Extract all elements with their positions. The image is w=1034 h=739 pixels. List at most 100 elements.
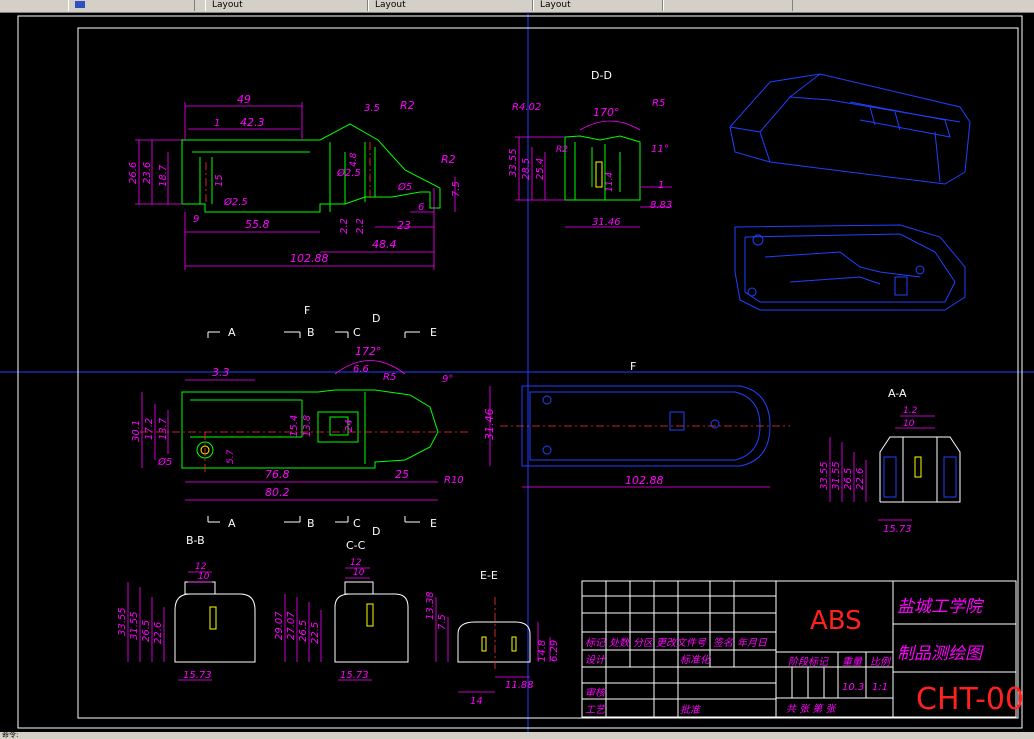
plan-view[interactable]: A B C D E A B C D E F 3.3 172° 6.6 R5 9°… <box>131 304 470 538</box>
svg-text:A: A <box>228 517 236 530</box>
svg-text:15.73: 15.73 <box>883 524 912 535</box>
svg-text:标准化: 标准化 <box>680 654 712 666</box>
svg-text:8.83: 8.83 <box>650 200 672 211</box>
svg-text:29.07: 29.07 <box>274 611 285 640</box>
svg-text:31.46: 31.46 <box>592 217 621 228</box>
svg-text:18.7: 18.7 <box>158 164 169 187</box>
svg-text:15.4: 15.4 <box>289 415 300 437</box>
svg-text:4.8: 4.8 <box>349 152 359 167</box>
svg-text:设计: 设计 <box>585 654 606 666</box>
drawing-code: CHT-00 <box>916 682 1024 717</box>
tab-layout-4[interactable] <box>663 0 793 11</box>
svg-text:2.2: 2.2 <box>339 218 350 234</box>
svg-text:标记: 标记 <box>585 637 606 649</box>
svg-text:31.55: 31.55 <box>129 611 140 640</box>
svg-text:年月日: 年月日 <box>737 637 768 649</box>
svg-text:更改文件号: 更改文件号 <box>656 637 707 649</box>
svg-text:B: B <box>307 517 315 530</box>
svg-text:1:1: 1:1 <box>872 682 888 693</box>
svg-text:9: 9 <box>193 214 199 225</box>
svg-text:Ø2.5: Ø2.5 <box>336 167 361 179</box>
svg-text:分区: 分区 <box>633 637 655 649</box>
svg-text:15: 15 <box>214 174 225 187</box>
svg-text:76.8: 76.8 <box>265 468 290 481</box>
svg-text:30.1: 30.1 <box>131 420 142 442</box>
drawing-name: 制品测绘图 <box>897 644 984 664</box>
svg-text:15.73: 15.73 <box>183 670 212 681</box>
section-cc-view[interactable]: C-C 12 10 29.07 27.07 26.5 22.5 15.73 <box>274 539 409 681</box>
svg-text:33.55: 33.55 <box>508 148 519 177</box>
svg-text:R5: R5 <box>383 372 396 383</box>
section-dd-view[interactable]: D-D R4.02 170° R5 R2 33.55 28.5 25.4 11°… <box>508 69 672 228</box>
svg-text:1.2: 1.2 <box>903 406 918 416</box>
svg-text:13.7: 13.7 <box>158 417 169 440</box>
svg-text:55.8: 55.8 <box>245 218 270 231</box>
svg-text:重量: 重量 <box>842 656 863 668</box>
svg-text:A: A <box>228 326 236 339</box>
svg-text:14: 14 <box>470 696 483 707</box>
isometric-view-bottom[interactable] <box>734 224 966 311</box>
svg-text:E-E: E-E <box>480 569 498 582</box>
svg-text:D: D <box>372 312 380 325</box>
svg-text:R2: R2 <box>556 145 568 155</box>
svg-text:22.5: 22.5 <box>310 622 321 644</box>
svg-text:7.5: 7.5 <box>437 614 448 630</box>
svg-text:13.8: 13.8 <box>302 415 313 437</box>
title-block[interactable]: 标记 处数 分区 更改文件号 签名 年月日 设计 标准化 审核 工艺 批准 阶段… <box>581 580 1024 718</box>
svg-text:E: E <box>430 326 437 339</box>
section-bb-view[interactable]: B-B 12 10 33.55 31.55 26.5 22.6 15.73 <box>117 534 256 681</box>
svg-text:17.2: 17.2 <box>144 418 155 440</box>
svg-text:R2: R2 <box>441 153 456 166</box>
svg-text:D-D: D-D <box>591 69 612 82</box>
front-view[interactable]: 49 42.3 1 3.5 R2 R2 26.6 23.6 18.7 15 Ø2… <box>128 93 462 270</box>
svg-text:批准: 批准 <box>680 704 701 716</box>
svg-text:27.07: 27.07 <box>286 611 297 640</box>
svg-text:6.29: 6.29 <box>549 640 560 662</box>
svg-text:A-A: A-A <box>888 387 907 400</box>
svg-text:Ø5: Ø5 <box>397 181 412 193</box>
svg-text:24: 24 <box>344 419 355 432</box>
section-aa-view[interactable]: A-A 1.2 10 33.55 31.55 26.5 22.6 15.73 <box>819 387 961 535</box>
svg-text:31.55: 31.55 <box>831 461 842 490</box>
svg-text:Ø2.5: Ø2.5 <box>223 196 248 208</box>
command-line[interactable]: 命令: <box>0 732 1034 739</box>
svg-text:R10: R10 <box>444 475 464 486</box>
svg-text:R4.02: R4.02 <box>512 102 541 113</box>
tab-layout-3[interactable]: Layout <box>533 0 663 11</box>
svg-text:13.38: 13.38 <box>425 591 436 620</box>
cad-drawing-canvas[interactable]: 49 42.3 1 3.5 R2 R2 26.6 23.6 18.7 15 Ø2… <box>0 12 1034 732</box>
tab-layout-2[interactable]: Layout <box>368 0 533 11</box>
svg-text:26.5: 26.5 <box>141 620 152 642</box>
svg-text:B-B: B-B <box>186 534 205 547</box>
svg-text:49: 49 <box>237 93 251 106</box>
svg-text:10: 10 <box>353 568 365 578</box>
svg-text:共 张 第 张: 共 张 第 张 <box>786 703 838 715</box>
svg-text:31.46: 31.46 <box>483 409 496 441</box>
svg-text:3.5: 3.5 <box>364 103 380 114</box>
svg-text:102.88: 102.88 <box>290 252 329 265</box>
svg-text:33.55: 33.55 <box>117 607 128 636</box>
svg-text:C-C: C-C <box>346 539 366 552</box>
svg-text:23: 23 <box>397 219 411 232</box>
svg-text:80.2: 80.2 <box>265 486 290 499</box>
view-f[interactable]: F 31.46 102.88 <box>483 360 790 488</box>
svg-text:11.4: 11.4 <box>605 172 615 192</box>
isometric-view-top[interactable] <box>729 73 971 185</box>
svg-text:审核: 审核 <box>585 687 607 699</box>
svg-text:14.8: 14.8 <box>537 640 548 662</box>
svg-text:比例: 比例 <box>870 656 892 668</box>
svg-text:6: 6 <box>418 202 424 213</box>
tab-layout-1[interactable]: Layout <box>205 0 368 11</box>
svg-text:22.6: 22.6 <box>855 468 866 490</box>
svg-text:25: 25 <box>395 468 409 481</box>
svg-text:28.5: 28.5 <box>521 158 532 180</box>
svg-text:33.55: 33.55 <box>819 461 830 490</box>
svg-text:12: 12 <box>350 558 362 568</box>
svg-text:12: 12 <box>195 562 207 572</box>
svg-text:2.2: 2.2 <box>355 218 366 234</box>
svg-text:15.73: 15.73 <box>340 670 369 681</box>
section-ee-view[interactable]: E-E 13.38 7.5 14.8 6.29 14 11.88 <box>425 569 560 707</box>
svg-text:签名: 签名 <box>713 637 734 649</box>
svg-text:26.5: 26.5 <box>843 468 854 490</box>
tab-model[interactable] <box>68 0 195 11</box>
